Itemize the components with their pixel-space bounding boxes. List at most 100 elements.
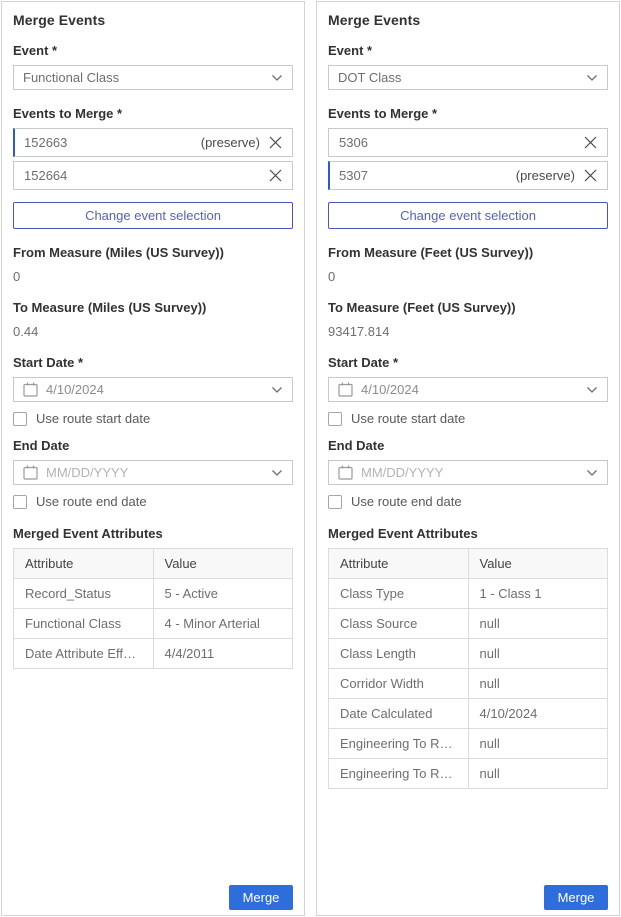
calendar-icon [338,382,353,397]
table-row: Class Length null [329,639,608,669]
use-route-start-date-checkbox[interactable] [13,412,27,426]
table-header-value: Value [468,549,608,579]
merge-button[interactable]: Merge [544,885,608,910]
change-event-selection-button[interactable]: Change event selection [13,202,293,229]
value-cell: 4/10/2024 [468,699,608,729]
use-route-end-date-checkbox[interactable] [328,495,342,509]
attribute-cell: Corridor Width [329,669,469,699]
merged-event-attributes-table: Attribute Value Record_Status 5 - Active… [13,548,293,669]
end-date-picker[interactable]: MM/DD/YYYY [13,460,293,485]
event-id: 152664 [24,168,260,183]
start-date-label: Start Date * [328,355,608,370]
end-date-placeholder: MM/DD/YYYY [361,465,578,480]
start-date-picker[interactable]: 4/10/2024 [328,377,608,402]
to-measure-label: To Measure (Miles (US Survey)) [13,300,293,315]
event-to-merge-field[interactable]: 5306 [328,128,608,157]
remove-event-icon[interactable] [584,169,597,182]
event-id: 5306 [339,135,575,150]
chevron-down-icon [586,469,598,477]
chevron-down-icon [586,74,598,82]
table-row: Functional Class 4 - Minor Arterial [14,609,293,639]
merged-event-attributes-table: Attribute Value Class Type 1 - Class 1 C… [328,548,608,789]
chevron-down-icon [271,74,283,82]
value-cell: 4 - Minor Arterial [153,609,293,639]
chevron-down-icon [271,469,283,477]
table-row: Date Calculated 4/10/2024 [329,699,608,729]
change-event-selection-button[interactable]: Change event selection [328,202,608,229]
attribute-cell: Engineering To Route ... [329,759,469,789]
event-to-merge-field[interactable]: 152664 [13,161,293,190]
end-date-label: End Date [328,438,608,453]
value-cell: null [468,609,608,639]
value-cell: null [468,669,608,699]
events-to-merge-label: Events to Merge * [328,106,608,121]
table-header-attribute: Attribute [14,549,154,579]
use-route-end-date-checkbox[interactable] [13,495,27,509]
use-route-start-date-label: Use route start date [351,411,465,426]
preserve-badge: (preserve) [516,168,575,183]
attribute-cell: Engineering To RouteID [329,729,469,759]
chevron-down-icon [271,386,283,394]
event-to-merge-field[interactable]: 5307 (preserve) [328,161,608,190]
attribute-cell: Functional Class [14,609,154,639]
remove-event-icon[interactable] [269,169,282,182]
event-to-merge-field[interactable]: 152663 (preserve) [13,128,293,157]
table-row: Corridor Width null [329,669,608,699]
table-row: Class Type 1 - Class 1 [329,579,608,609]
merge-events-panels: Merge Events Event * Functional Class Ev… [0,0,621,917]
start-date-picker[interactable]: 4/10/2024 [13,377,293,402]
table-header-value: Value [153,549,293,579]
event-id: 5307 [339,168,516,183]
calendar-icon [23,465,38,480]
value-cell: 5 - Active [153,579,293,609]
attribute-cell: Date Calculated [329,699,469,729]
merged-event-attributes-label: Merged Event Attributes [13,526,293,541]
value-cell: 4/4/2011 [153,639,293,669]
table-row: Engineering To RouteID null [329,729,608,759]
value-cell: null [468,759,608,789]
end-date-label: End Date [13,438,293,453]
end-date-picker[interactable]: MM/DD/YYYY [328,460,608,485]
merge-events-panel-right: Merge Events Event * DOT Class Events to… [316,1,620,916]
panel-title: Merge Events [328,12,608,28]
events-to-merge-label: Events to Merge * [13,106,293,121]
attribute-cell: Record_Status [14,579,154,609]
end-date-placeholder: MM/DD/YYYY [46,465,263,480]
from-measure-value: 0 [13,269,293,284]
calendar-icon [23,382,38,397]
chevron-down-icon [586,386,598,394]
start-date-label: Start Date * [13,355,293,370]
attribute-cell: Date Attribute Effective [14,639,154,669]
to-measure-value: 93417.814 [328,324,608,339]
attribute-cell: Class Source [329,609,469,639]
value-cell: null [468,639,608,669]
start-date-value: 4/10/2024 [46,382,263,397]
start-date-value: 4/10/2024 [361,382,578,397]
event-label: Event * [328,43,608,58]
remove-event-icon[interactable] [584,136,597,149]
event-select-value: DOT Class [338,70,586,85]
table-row: Engineering To Route ... null [329,759,608,789]
remove-event-icon[interactable] [269,136,282,149]
calendar-icon [338,465,353,480]
table-header-attribute: Attribute [329,549,469,579]
table-row: Date Attribute Effective 4/4/2011 [14,639,293,669]
attribute-cell: Class Length [329,639,469,669]
to-measure-label: To Measure (Feet (US Survey)) [328,300,608,315]
attribute-cell: Class Type [329,579,469,609]
event-select[interactable]: Functional Class [13,65,293,90]
use-route-end-date-label: Use route end date [36,494,147,509]
use-route-start-date-checkbox[interactable] [328,412,342,426]
use-route-start-date-label: Use route start date [36,411,150,426]
from-measure-value: 0 [328,269,608,284]
merge-button[interactable]: Merge [229,885,293,910]
panel-title: Merge Events [13,12,293,28]
event-id: 152663 [24,135,201,150]
table-row: Class Source null [329,609,608,639]
event-label: Event * [13,43,293,58]
from-measure-label: From Measure (Feet (US Survey)) [328,245,608,260]
merge-events-panel-left: Merge Events Event * Functional Class Ev… [1,1,305,916]
event-select[interactable]: DOT Class [328,65,608,90]
value-cell: 1 - Class 1 [468,579,608,609]
table-row: Record_Status 5 - Active [14,579,293,609]
